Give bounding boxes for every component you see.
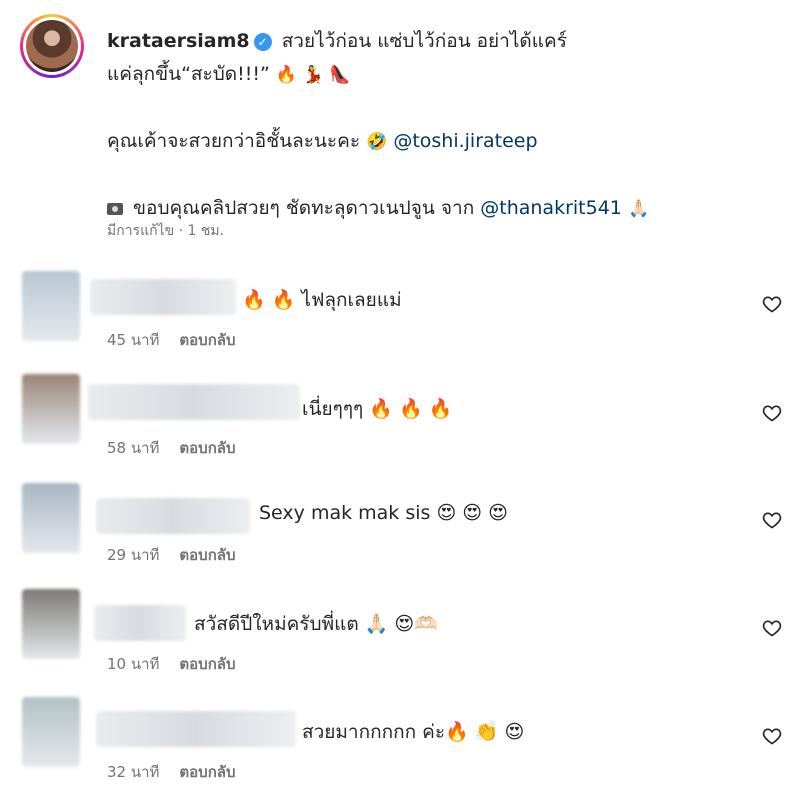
caption-text-4: ขอบคุณคลิปสวยๆ ชัดทะลุดาวเนปจูน จาก (133, 197, 475, 219)
reply-button[interactable]: ตอบกลับ (179, 763, 235, 781)
comment-item: สวยมากกกกก ค่ะ🔥 👏 😍 32 นาที ตอบกลับ (0, 693, 800, 793)
reply-button[interactable]: ตอบกลับ (179, 546, 235, 564)
caption-text-1: สวยไว้ก่อน แซ่บไว้ก่อน อย่าได้แคร์ (281, 30, 567, 52)
caption-text-3: คุณเค้าจะสวยกว่าอิชั้นละนะคะ (107, 130, 361, 152)
comment-item: สวัสดีปีใหม่ครับพี่แต 🙏🏻 😍🫶🏻 10 นาที ตอบก… (0, 585, 800, 685)
commenter-avatar[interactable] (22, 271, 80, 341)
commenter-username-blurred[interactable] (88, 384, 300, 420)
caption-text-2: แค่ลุกขึ้น“สะบัด!!!” (107, 63, 270, 85)
comment-meta: 45 นาที ตอบกลับ (107, 328, 236, 352)
comment-time: 45 นาที (107, 331, 160, 349)
commenter-username-blurred[interactable] (96, 711, 296, 747)
post-caption: krataersiam8 ✓ สวยไว้ก่อน แซ่บไว้ก่อน อย่… (107, 25, 667, 226)
commenter-avatar[interactable] (22, 697, 80, 767)
post-meta: มีการแก้ไข · 1 ชม. (107, 223, 225, 239)
comment-text: สวยมากกกกก ค่ะ🔥 👏 😍 (302, 721, 525, 743)
comment-item: Sexy mak mak sis 😍 😍 😍 29 นาที ตอบกลับ (0, 480, 800, 580)
reply-button[interactable]: ตอบกลับ (179, 331, 235, 349)
camera-icon (107, 203, 123, 215)
comment-text: 🔥 🔥 ไฟลุกเลยแม่ (242, 289, 402, 311)
verified-badge-icon: ✓ (253, 33, 272, 51)
comment-time: 29 นาที (107, 546, 160, 564)
post-author-avatar[interactable] (20, 14, 84, 78)
comment-time: 58 นาที (107, 439, 160, 457)
username-link[interactable]: krataersiam8 (107, 30, 250, 52)
comment-text: เนี่ยๆๆๆ 🔥 🔥 🔥 (302, 398, 453, 420)
comment-meta: 58 นาที ตอบกลับ (107, 436, 236, 460)
mention-link-2[interactable]: @thanakrit541 (480, 197, 622, 219)
heart-icon[interactable] (762, 510, 782, 530)
commenter-avatar[interactable] (22, 589, 80, 659)
comment-meta: 32 นาที ตอบกลับ (107, 760, 236, 784)
mention-link-1[interactable]: @toshi.jirateep (393, 130, 537, 152)
comment-item: 🔥 🔥 ไฟลุกเลยแม่ 45 นาที ตอบกลับ (0, 267, 800, 367)
comment-text: Sexy mak mak sis 😍 😍 😍 (259, 502, 508, 524)
heart-icon[interactable] (762, 726, 782, 746)
heart-icon[interactable] (762, 618, 782, 638)
commenter-avatar[interactable] (22, 374, 80, 444)
commenter-avatar[interactable] (22, 483, 80, 553)
comment-time: 32 นาที (107, 763, 160, 781)
caption-emoji-3: 🙏🏻 (627, 199, 650, 219)
comment-text: สวัสดีปีใหม่ครับพี่แต 🙏🏻 😍🫶🏻 (194, 613, 438, 635)
comment-meta: 29 นาที ตอบกลับ (107, 543, 236, 567)
commenter-username-blurred[interactable] (90, 279, 236, 315)
reply-button[interactable]: ตอบกลับ (179, 439, 235, 457)
heart-icon[interactable] (762, 403, 782, 423)
comment-item: เนี่ยๆๆๆ 🔥 🔥 🔥 58 นาที ตอบกลับ (0, 370, 800, 470)
reply-button[interactable]: ตอบกลับ (179, 655, 235, 673)
commenter-username-blurred[interactable] (96, 498, 250, 534)
heart-icon[interactable] (762, 294, 782, 314)
commenter-username-blurred[interactable] (94, 605, 186, 641)
caption-emojis-1: 🔥 💃 👠 (275, 65, 351, 85)
comment-meta: 10 นาที ตอบกลับ (107, 652, 236, 676)
caption-emoji-2: 🤣 (366, 132, 388, 152)
profile-photo (26, 20, 78, 72)
comment-time: 10 นาที (107, 655, 160, 673)
